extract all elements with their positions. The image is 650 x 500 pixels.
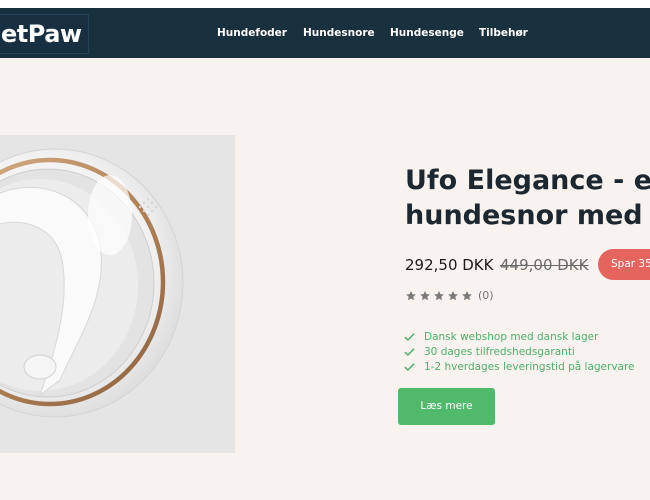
top-strip [0,0,650,8]
usp-text: 1-2 hverdages leveringstid på lagervare [424,361,635,373]
star-icon [434,291,444,301]
product-title-line-1: Ufo Elegance - ele [405,165,650,196]
star-icon [462,291,472,301]
check-icon [404,363,415,372]
star-icon [448,291,458,301]
usp-text: 30 dages tilfredshedsgaranti [424,346,575,358]
site-logo[interactable]: etPaw [0,14,89,54]
usp-text: Dansk webshop med dansk lager [424,331,599,343]
product-title-line-2: hundesnor med ly [405,200,650,231]
nav-item-tilbehor[interactable]: Tilbehør [479,25,528,41]
read-more-button[interactable]: Læs mere [398,388,495,425]
sale-price: 292,50 DKK [405,256,494,274]
original-price: 449,00 DKK [500,256,589,274]
check-icon [404,348,415,357]
discount-badge: Spar 35% [598,249,650,280]
star-icon [420,291,430,301]
review-count[interactable]: (0) [478,289,494,302]
product-image[interactable] [0,135,235,453]
nav-item-hundesenge[interactable]: Hundesenge [390,25,464,41]
check-icon [404,333,415,342]
nav-item-hundesnore[interactable]: Hundesnore [303,25,375,41]
page: etPaw Hundefoder Hundesnore Hundesenge T… [0,0,650,500]
product-title: Ufo Elegance - ele hundesnor med ly [405,163,650,233]
nav-item-hundefoder[interactable]: Hundefoder [217,25,287,41]
main-navigation: etPaw Hundefoder Hundesnore Hundesenge T… [0,8,650,58]
star-icon [406,291,416,301]
leash-ring-illustration [0,148,184,418]
